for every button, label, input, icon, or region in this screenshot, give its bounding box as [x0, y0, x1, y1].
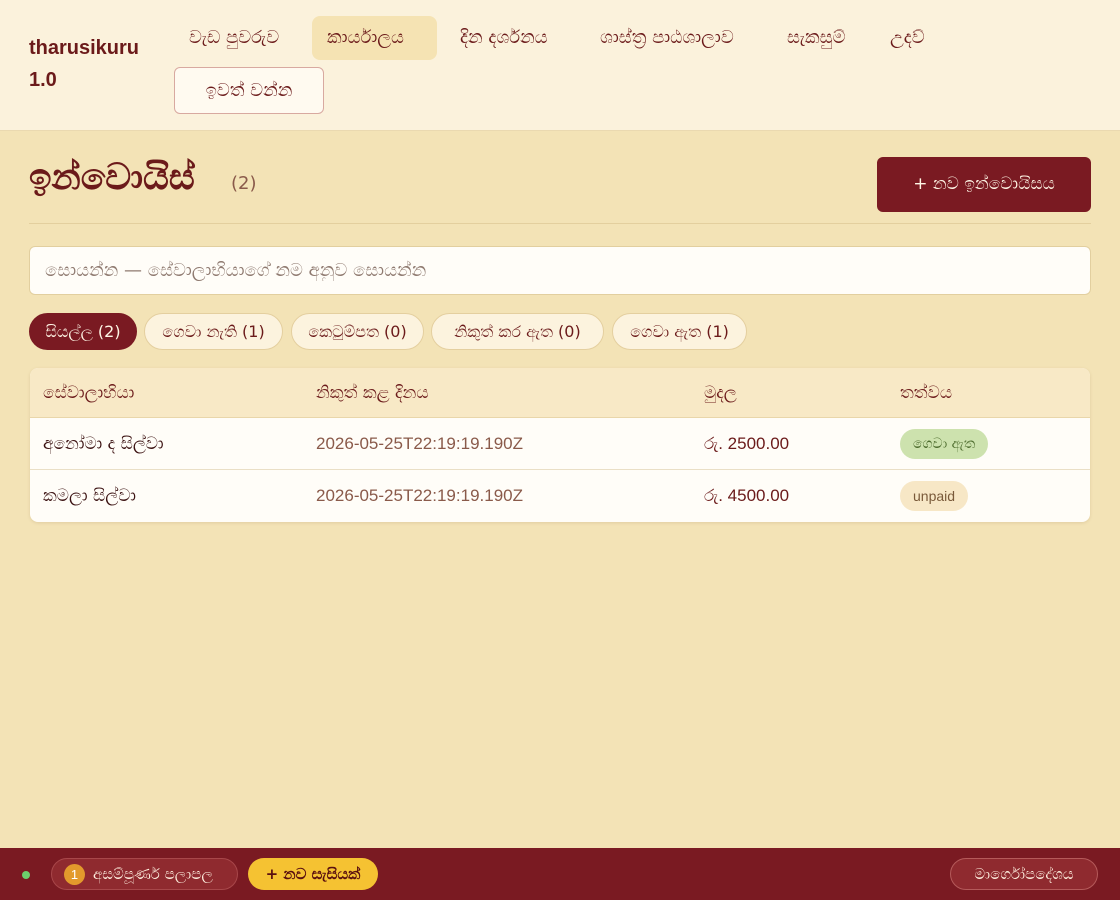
nav-item-settings[interactable]: සැකසුම් — [772, 16, 860, 60]
invoice-count: (2) — [231, 173, 257, 194]
pending-results-button[interactable]: 1 අසම්පූර්ණ පලාපල — [51, 858, 238, 890]
app-brand[interactable]: tharusikuru 1.0 — [29, 32, 159, 96]
nav-item-academy[interactable]: ශාස්ත්‍ර පාඨශාලාව — [585, 16, 749, 60]
client-name: කමලා සිල්වා — [43, 486, 137, 506]
filter-chip-draft[interactable]: කෙටුම්පත (0) — [291, 313, 424, 350]
issued-date: 2026-05-25T22:19:19.190Z — [316, 434, 523, 453]
column-header-client[interactable]: සේවාලාභියා — [43, 368, 134, 418]
filter-chip-all[interactable]: සියල්ල (2) — [29, 313, 137, 350]
logout-button[interactable]: ඉවත් වන්න — [174, 67, 324, 114]
invoice-amount: රු. 4500.00 — [704, 486, 790, 505]
filter-chip-issued[interactable]: නිකුත් කර ඇත (0) — [431, 313, 604, 350]
filter-chip-paid[interactable]: ගෙවා ඇත (1) — [612, 313, 747, 350]
table-row[interactable]: කමලා සිල්වා 2026-05-25T22:19:19.190Z රු.… — [30, 470, 1090, 522]
nav-item-help[interactable]: උදව් — [875, 16, 940, 60]
status-badge: ගෙවා ඇත — [900, 429, 989, 459]
table-header: සේවාලාභියා නිකුත් කළ දිනය මුදල තත්වය — [30, 368, 1090, 418]
pending-count-badge: 1 — [64, 864, 85, 885]
search-input[interactable] — [29, 246, 1091, 295]
column-header-status[interactable]: තත්වය — [900, 368, 952, 418]
bottom-status-bar: 1 අසම්පූර්ණ පලාපල + නව සැසියක් මාර්ගෝපදේ… — [0, 848, 1120, 900]
divider — [29, 223, 1091, 224]
column-header-amount[interactable]: මුදල — [704, 368, 737, 418]
pending-results-label: අසම්පූර්ණ පලාපල — [93, 865, 213, 883]
nav-item-dashboard[interactable]: වැඩ පුවරුව — [174, 16, 294, 60]
column-header-issued-date[interactable]: නිකුත් කළ දිනය — [316, 368, 429, 418]
page-title: ඉන්වොයිස් — [29, 157, 195, 198]
invoice-amount: රු. 2500.00 — [704, 434, 790, 453]
top-header: tharusikuru 1.0 වැඩ පුවරුව කාර්යාලය දින … — [0, 0, 1120, 131]
filter-chip-unpaid[interactable]: ගෙවා නැති (1) — [144, 313, 283, 350]
table-row[interactable]: අනෝමා ද සිල්වා 2026-05-25T22:19:19.190Z … — [30, 418, 1090, 470]
guide-button[interactable]: මාර්ගෝපදේශය — [950, 858, 1098, 890]
new-session-button[interactable]: + නව සැසියක් — [248, 858, 378, 890]
new-invoice-button[interactable]: + නව ඉන්වොයිසය — [877, 157, 1091, 212]
invoice-table: සේවාලාභියා නිකුත් කළ දිනය මුදල තත්වය අනෝ… — [30, 368, 1090, 522]
issued-date: 2026-05-25T22:19:19.190Z — [316, 486, 523, 505]
status-badge: unpaid — [900, 481, 969, 511]
nav-item-calendar[interactable]: දින දර්ශනය — [445, 16, 563, 60]
nav-item-office[interactable]: කාර්යාලය — [312, 16, 437, 60]
connection-status-dot-icon — [22, 871, 30, 879]
client-name: අනෝමා ද සිල්වා — [43, 434, 164, 454]
